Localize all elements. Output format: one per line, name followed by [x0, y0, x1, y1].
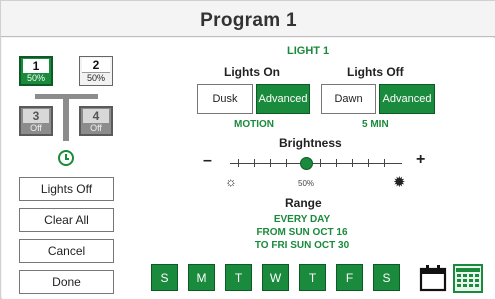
brightness-decrease-button[interactable]: –: [203, 152, 212, 170]
zone-level: Off: [30, 123, 42, 133]
done-button[interactable]: Done: [19, 270, 114, 294]
brightness-label: Brightness: [279, 136, 342, 150]
zone-number: 3: [23, 109, 49, 123]
slider-tick: [254, 159, 255, 167]
brightness-slider-track[interactable]: [230, 163, 402, 164]
lights-off-button[interactable]: Lights Off: [19, 177, 114, 201]
zone-number: 1: [23, 59, 49, 73]
zone-level: Off: [90, 123, 102, 133]
slider-tick: [320, 159, 321, 167]
day-sunday-button[interactable]: S: [151, 264, 178, 291]
light-label: LIGHT 1: [287, 45, 330, 57]
main-content: 1 50% 2 50% 3 Off 4 Off Lights Off Clear…: [2, 38, 495, 299]
zone-number: 4: [83, 109, 109, 123]
zone-1-button[interactable]: 1 50%: [19, 56, 53, 86]
day-monday-button[interactable]: M: [188, 264, 215, 291]
lights-on-mode: MOTION: [234, 119, 274, 130]
dusk-option[interactable]: Dusk: [197, 84, 253, 114]
day-tuesday-button[interactable]: T: [225, 264, 252, 291]
zone-4-button[interactable]: 4 Off: [79, 106, 113, 136]
lights-off-advanced-option[interactable]: Advanced: [379, 84, 435, 114]
cancel-button[interactable]: Cancel: [19, 239, 114, 263]
day-friday-button[interactable]: F: [336, 264, 363, 291]
sun-bright-icon: ✹: [393, 174, 406, 191]
app-window: Program 1 1 50% 2 50% 3 Off 4 Off Lights…: [0, 0, 495, 299]
zone-number: 2: [82, 58, 110, 72]
slider-tick: [352, 159, 353, 167]
range-line: FROM SUN OCT 16: [256, 227, 348, 238]
zone-2-button[interactable]: 2 50%: [79, 56, 113, 86]
zone-level: 50%: [82, 72, 110, 84]
zone-stem: [63, 96, 69, 141]
day-wednesday-button[interactable]: W: [262, 264, 289, 291]
range-line: EVERY DAY: [273, 214, 331, 225]
page-title: Program 1: [200, 10, 297, 31]
lights-on-label: Lights On: [224, 65, 280, 79]
lights-off-label: Lights Off: [347, 65, 404, 79]
brightness-increase-button[interactable]: +: [416, 151, 425, 169]
zone-level: 50%: [26, 73, 45, 83]
calendar-icon[interactable]: [419, 264, 447, 292]
slider-tick: [238, 159, 239, 167]
calendar-grid-icon[interactable]: [453, 264, 483, 293]
dawn-option[interactable]: Dawn: [321, 84, 376, 114]
clear-all-button[interactable]: Clear All: [19, 208, 114, 232]
brightness-slider-thumb[interactable]: [300, 157, 313, 170]
clock-icon[interactable]: [58, 150, 74, 166]
slider-tick: [270, 159, 271, 167]
range-label: Range: [285, 196, 322, 210]
zone-3-button[interactable]: 3 Off: [19, 106, 53, 136]
lights-on-advanced-option[interactable]: Advanced: [256, 84, 310, 114]
day-thursday-button[interactable]: T: [299, 264, 326, 291]
slider-tick: [384, 159, 385, 167]
brightness-value: 50%: [298, 179, 315, 188]
slider-tick: [336, 159, 337, 167]
header: Program 1: [1, 1, 495, 37]
slider-tick: [368, 159, 369, 167]
day-saturday-button[interactable]: S: [373, 264, 400, 291]
range-line: TO FRI SUN OCT 30: [254, 240, 350, 251]
slider-tick: [286, 159, 287, 167]
lights-off-mode: 5 MIN: [362, 119, 389, 130]
sun-dim-icon: ☼: [225, 174, 237, 189]
